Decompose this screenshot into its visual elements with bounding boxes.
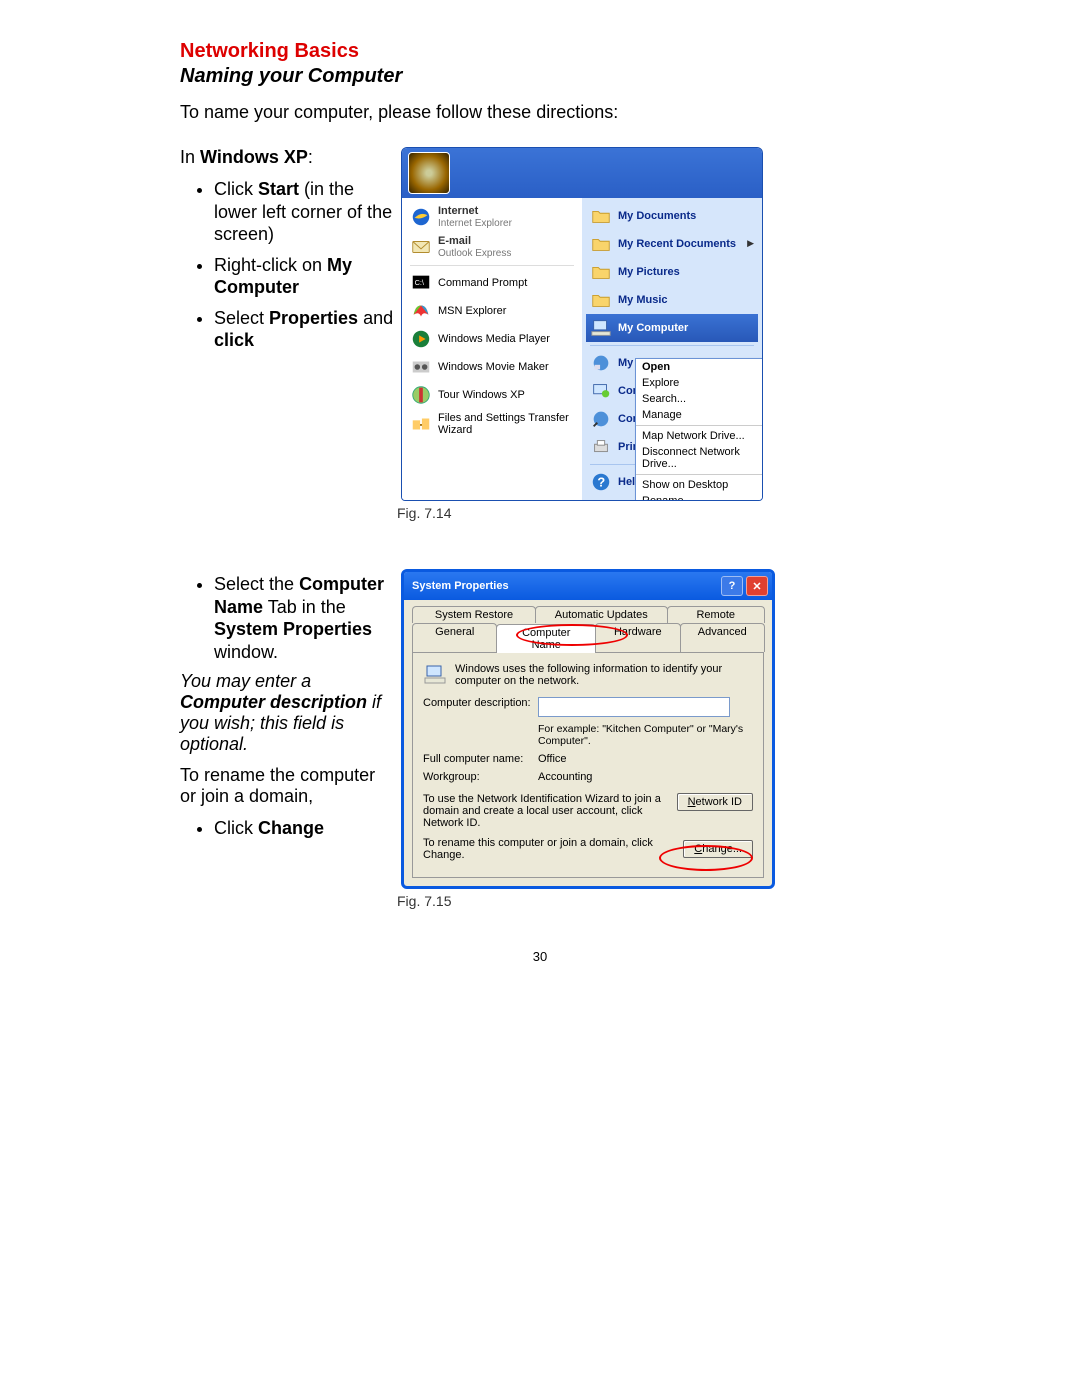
page-number: 30: [180, 949, 900, 964]
ctx-open[interactable]: Open: [636, 359, 763, 375]
system-properties-dialog: System Properties ? ✕ System Restore Aut…: [401, 569, 775, 889]
step-click-change: Click Change: [214, 817, 395, 840]
optional-note: You may enter a Computer description if …: [180, 671, 395, 755]
start-item-cmd[interactable]: C:\ Command Prompt: [406, 269, 578, 297]
folder-icon: [590, 289, 612, 311]
submenu-arrow-icon: ▶: [747, 239, 754, 249]
context-menu: Open Explore Search... Manage Map Networ…: [635, 358, 763, 501]
section-heading: Networking Basics: [180, 40, 900, 63]
figure-7-15: System Properties ? ✕ System Restore Aut…: [395, 569, 775, 909]
ctx-manage[interactable]: Manage: [636, 407, 763, 423]
start-item-mydocs[interactable]: My Documents: [586, 202, 758, 230]
tour-icon: [410, 384, 432, 406]
start-item-mypics[interactable]: My Pictures: [586, 258, 758, 286]
workgroup-value: Accounting: [538, 771, 592, 783]
ctx-disconnect-drive[interactable]: Disconnect Network Drive...: [636, 444, 763, 472]
figure-7-14: InternetInternet Explorer E-mailOutlook …: [395, 147, 763, 521]
instructions-col-1: In Windows XP: Click Start (in the lower…: [180, 147, 395, 521]
wmp-icon: [410, 328, 432, 350]
start-item-wmp[interactable]: Windows Media Player: [406, 325, 578, 353]
user-avatar-icon: [408, 152, 450, 194]
printer-icon: [590, 436, 612, 458]
rename-text: To rename the computer or join a domain,: [180, 765, 395, 807]
subsection-heading: Naming your Computer: [180, 65, 900, 88]
intro-text: To name your computer, please follow the…: [180, 102, 900, 123]
start-item-mycomputer[interactable]: My Computer: [586, 314, 758, 342]
transfer-icon: [410, 413, 432, 435]
start-item-fast[interactable]: Files and Settings Transfer Wizard: [406, 409, 578, 439]
svg-text:C:\: C:\: [415, 278, 425, 287]
computer-description-label: Computer description:: [423, 697, 538, 709]
full-computer-name-value: Office: [538, 753, 567, 765]
help-icon: ?: [590, 471, 612, 493]
start-item-tour[interactable]: Tour Windows XP: [406, 381, 578, 409]
email-icon: [410, 236, 432, 258]
step-select-properties: Select Properties and click: [214, 307, 395, 352]
ctx-show-desktop[interactable]: Show on Desktop: [636, 477, 763, 493]
tab-automatic-updates[interactable]: Automatic Updates: [535, 606, 668, 623]
computer-icon: [590, 317, 612, 339]
os-label: In Windows XP:: [180, 147, 395, 168]
computer-network-icon: [423, 663, 447, 687]
start-menu-header: [402, 148, 762, 198]
ctx-map-drive[interactable]: Map Network Drive...: [636, 428, 763, 444]
start-item-recent[interactable]: My Recent Documents▶: [586, 230, 758, 258]
computer-description-input[interactable]: [538, 697, 730, 717]
ctx-explore[interactable]: Explore: [636, 375, 763, 391]
instructions-col-2: Select the Computer Name Tab in the Syst…: [180, 569, 395, 909]
folder-icon: [590, 205, 612, 227]
ctx-search[interactable]: Search...: [636, 391, 763, 407]
folder-icon: [590, 233, 612, 255]
msn-icon: [410, 300, 432, 322]
tab-system-restore[interactable]: System Restore: [412, 606, 536, 623]
tab-remote[interactable]: Remote: [667, 606, 766, 623]
network-id-button[interactable]: Network ID: [677, 793, 753, 811]
tab-computer-name[interactable]: Computer Name: [496, 624, 596, 653]
tab-hardware[interactable]: Hardware: [595, 623, 680, 652]
start-item-msn[interactable]: MSN Explorer: [406, 297, 578, 325]
dialog-titlebar: System Properties ? ✕: [404, 572, 772, 600]
titlebar-close-button[interactable]: ✕: [746, 576, 768, 596]
svg-text:?: ?: [597, 475, 605, 490]
start-item-wmm[interactable]: Windows Movie Maker: [406, 353, 578, 381]
tab-general[interactable]: General: [412, 623, 497, 652]
ie-icon: [410, 206, 432, 228]
start-item-mymusic[interactable]: My Music: [586, 286, 758, 314]
step-select-computer-name-tab: Select the Computer Name Tab in the Syst…: [214, 573, 395, 663]
tab-advanced[interactable]: Advanced: [680, 623, 765, 652]
ctx-rename[interactable]: Rename: [636, 493, 763, 501]
figure-caption-7-14: Fig. 7.14: [397, 505, 763, 521]
network-icon: [590, 352, 612, 374]
connect-icon: [590, 408, 612, 430]
start-item-email[interactable]: E-mailOutlook Express: [406, 232, 578, 262]
step-right-click-mycomputer: Right-click on My Computer: [214, 254, 395, 299]
folder-icon: [590, 261, 612, 283]
full-computer-name-label: Full computer name:: [423, 753, 538, 765]
step-click-start: Click Start (in the lower left corner of…: [214, 178, 395, 246]
moviemaker-icon: [410, 356, 432, 378]
change-button[interactable]: Change...: [683, 840, 753, 858]
cmd-icon: C:\: [410, 272, 432, 294]
titlebar-help-button[interactable]: ?: [721, 576, 743, 596]
controlpanel-icon: [590, 380, 612, 402]
dialog-body: Windows uses the following information t…: [412, 652, 764, 878]
workgroup-label: Workgroup:: [423, 771, 538, 783]
start-menu: InternetInternet Explorer E-mailOutlook …: [401, 147, 763, 501]
figure-caption-7-15: Fig. 7.15: [397, 893, 775, 909]
start-item-internet[interactable]: InternetInternet Explorer: [406, 202, 578, 232]
